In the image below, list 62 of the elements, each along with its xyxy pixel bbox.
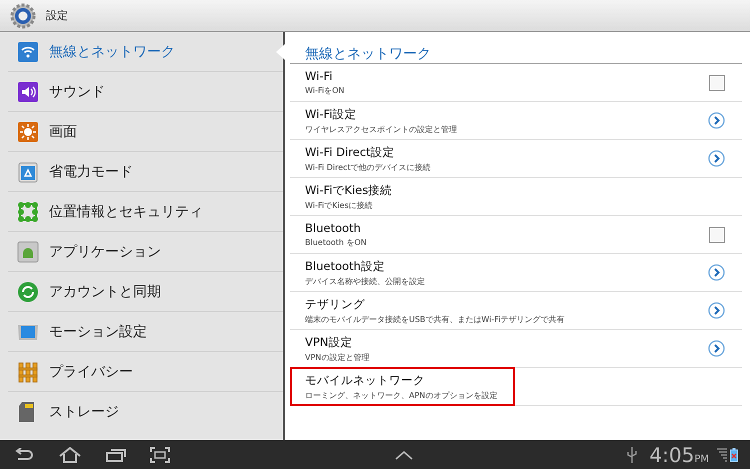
wifi-icon — [17, 40, 39, 62]
item-title: Wi-Fi設定 — [305, 106, 358, 122]
sidebar-item[interactable]: 位置情報とセキュリティ — [8, 192, 283, 232]
sidebar-item[interactable]: ストレージ — [8, 392, 283, 432]
settings-item[interactable]: Wi-Fi Direct設定 Wi-Fi Directで他のデバイスに接続 — [290, 140, 742, 178]
sidebar-item[interactable]: サウンド — [8, 72, 283, 112]
item-title: VPN設定 — [305, 334, 354, 350]
back-icon[interactable] — [14, 448, 34, 462]
section-title: 無線とネットワーク — [304, 45, 432, 63]
settings-item[interactable]: Bluetooth Bluetooth をON — [290, 216, 742, 254]
chevron-right-icon — [708, 302, 725, 319]
speaker-icon — [17, 80, 39, 102]
item-title: テザリング — [305, 296, 366, 312]
item-summary: デバイス名称や接続、公開を設定 — [305, 276, 426, 286]
battery-icon — [730, 448, 738, 462]
settings-item[interactable]: Wi-Fi Wi-FiをON — [290, 64, 742, 102]
item-summary: Bluetooth をON — [305, 237, 368, 248]
settings-item[interactable]: モバイルネットワーク ローミング、ネットワーク、APNのオプションを設定 — [290, 368, 742, 406]
sidebar-item[interactable]: 画面 — [8, 112, 283, 152]
item-title: Wi-Fi — [305, 69, 334, 83]
home-icon[interactable] — [58, 446, 82, 462]
sun-icon — [17, 120, 39, 142]
recent-apps-icon[interactable] — [106, 448, 126, 462]
settings-item[interactable]: Bluetooth設定 デバイス名称や接続、公開を設定 — [290, 254, 742, 292]
clock-time: 4:05 — [649, 442, 694, 466]
app-title: 設定 — [46, 8, 68, 23]
sidebar-item[interactable]: 省電力モード — [8, 152, 283, 192]
settings-item[interactable]: VPN設定 VPNの設定と管理 — [290, 330, 742, 368]
grid-icon — [17, 200, 39, 222]
sidebar-item[interactable]: アカウントと同期 — [8, 272, 283, 312]
settings-item[interactable]: Wi-FiでKies接続 Wi-FiでKiesに接続 — [290, 178, 742, 216]
item-summary: ローミング、ネットワーク、APNのオプションを設定 — [305, 390, 498, 400]
chevron-right-icon — [708, 112, 725, 129]
sidebar-item[interactable]: モーション設定 — [8, 312, 283, 352]
item-summary: ワイヤレスアクセスポイントの設定と管理 — [305, 124, 458, 134]
item-title: Wi-Fi Direct設定 — [305, 144, 396, 160]
caret-up-icon[interactable] — [395, 450, 414, 460]
item-title: Wi-FiでKies接続 — [305, 182, 394, 198]
item-summary: VPNの設定と管理 — [305, 352, 370, 362]
item-summary: Wi-Fi Directで他のデバイスに接続 — [305, 162, 432, 172]
settings-item[interactable]: Wi-Fi設定 ワイヤレスアクセスポイントの設定と管理 — [290, 102, 742, 140]
item-title: Bluetooth — [305, 221, 362, 235]
sidebar-item[interactable]: アプリケーション — [8, 232, 283, 272]
checkbox[interactable] — [709, 74, 725, 90]
signal-icon — [717, 448, 727, 462]
settings-icon — [10, 2, 36, 28]
screenshot-icon[interactable] — [150, 446, 170, 462]
item-summary: Wi-FiをON — [305, 85, 346, 96]
settings-item[interactable]: テザリング 端末のモバイルデータ接続をUSBで共有、またはWi-Fiテザリングで共有 — [290, 292, 742, 330]
chevron-right-icon — [708, 264, 725, 281]
item-title: モバイルネットワーク — [305, 372, 426, 388]
sidebar-item[interactable]: プライバシー — [8, 352, 283, 392]
chevron-right-icon — [708, 150, 725, 167]
checkbox[interactable] — [709, 226, 725, 242]
item-summary: 端末のモバイルデータ接続をUSBで共有、またはWi-Fiテザリングで共有 — [305, 314, 566, 324]
item-title: Bluetooth設定 — [305, 258, 386, 274]
chevron-right-icon — [708, 340, 725, 357]
usb-icon — [627, 446, 638, 462]
sync-icon — [17, 280, 39, 302]
fence-icon — [17, 360, 39, 382]
clock-meridiem: PM — [694, 454, 709, 464]
item-summary: Wi-FiでKiesに接続 — [305, 200, 374, 210]
